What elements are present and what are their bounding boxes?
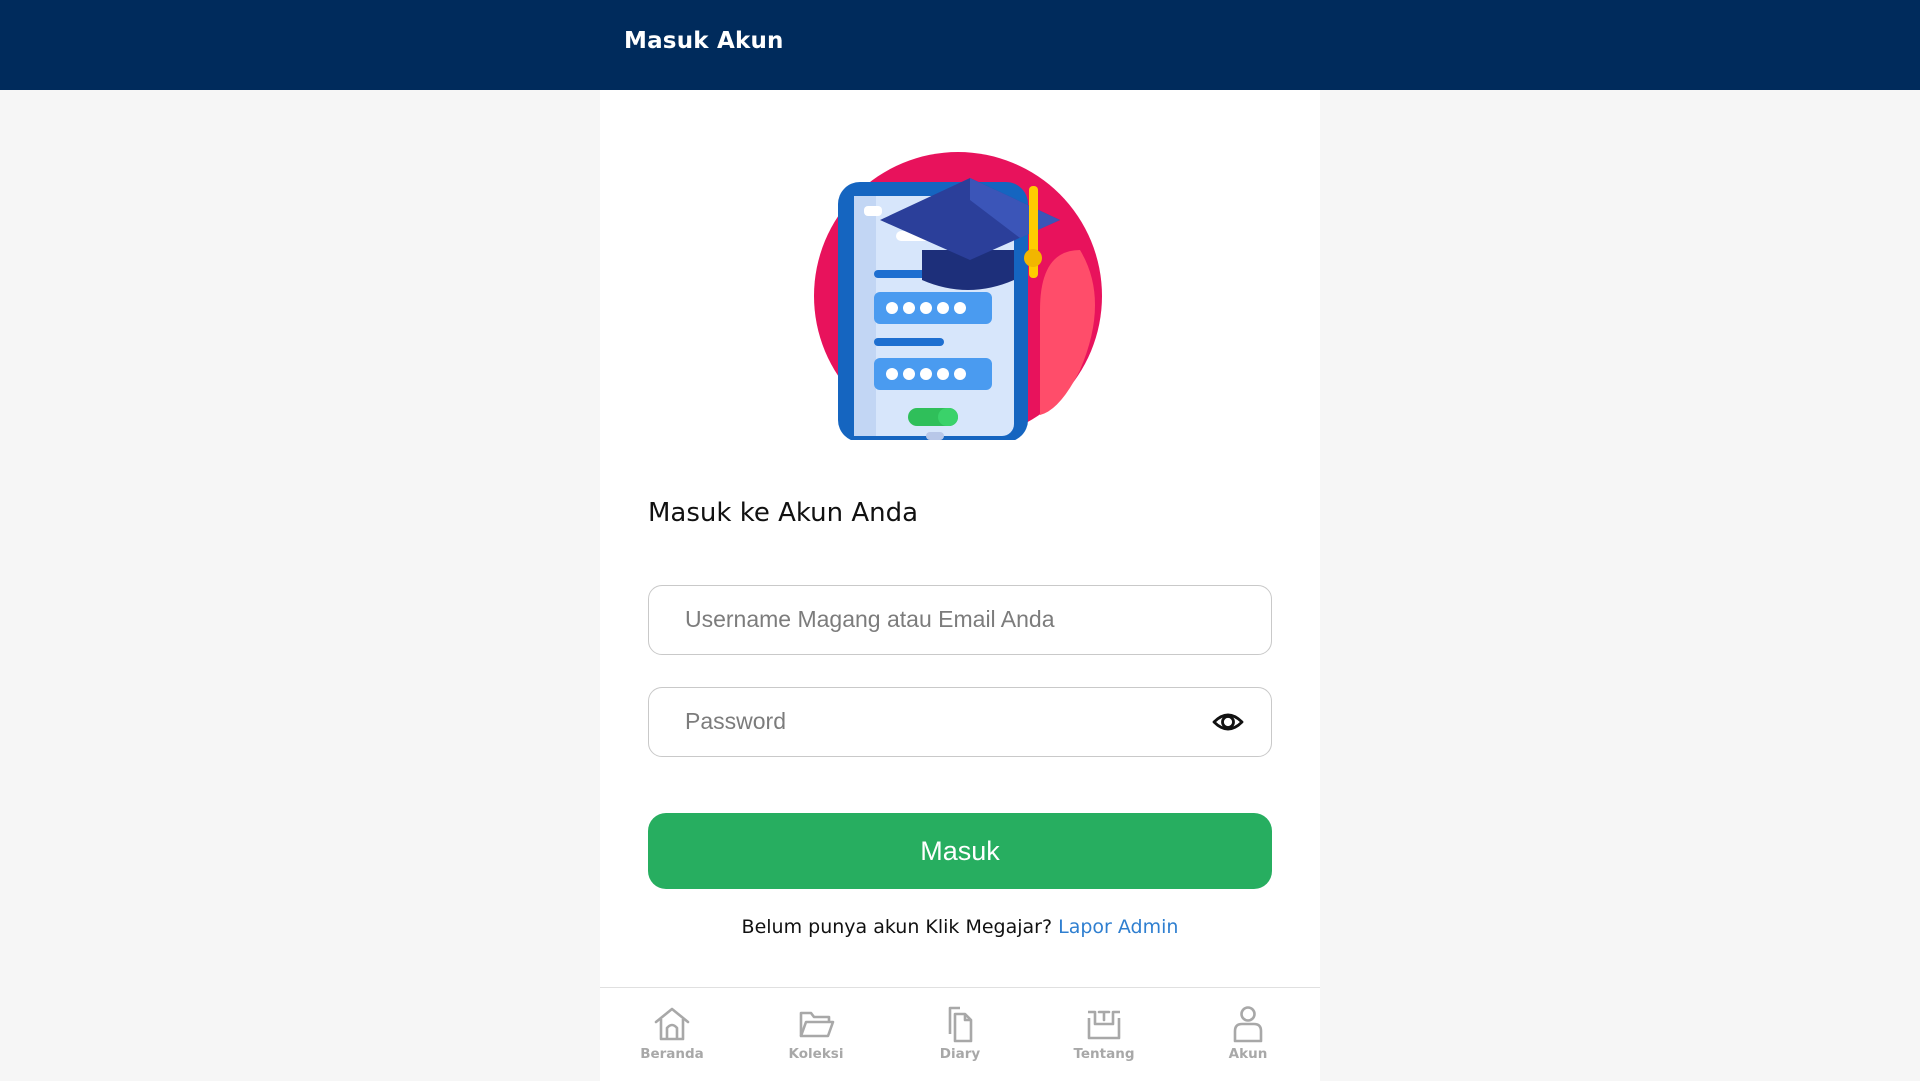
signup-prompt-text: Belum punya akun Klik Megajar?	[741, 916, 1053, 938]
signup-prompt: Belum punya akun Klik Megajar? Lapor Adm…	[600, 916, 1320, 938]
page-title: Masuk Akun	[624, 28, 784, 54]
top-bar: Masuk Akun	[0, 0, 1920, 90]
username-input[interactable]	[685, 586, 1205, 653]
report-admin-link[interactable]: Lapor Admin	[1058, 916, 1178, 938]
nav-label: Beranda	[640, 1046, 704, 1062]
nav-label: Diary	[939, 1046, 981, 1062]
nav-label: Koleksi	[788, 1046, 844, 1062]
info-box-icon	[1087, 1010, 1121, 1040]
nav-label: Akun	[1228, 1046, 1268, 1062]
bottom-navigation: Beranda Koleksi Diary Tentang Akun	[600, 987, 1320, 1081]
nav-item-tentang[interactable]: Tentang	[1032, 988, 1176, 1081]
login-button[interactable]: Masuk	[648, 813, 1272, 889]
user-icon	[1233, 1006, 1263, 1043]
home-icon	[654, 1007, 690, 1041]
nav-item-beranda[interactable]: Beranda	[600, 988, 744, 1081]
username-field[interactable]	[648, 585, 1272, 655]
folder-icon	[799, 1011, 835, 1038]
nav-item-akun[interactable]: Akun	[1176, 988, 1320, 1081]
password-input[interactable]	[685, 688, 1205, 755]
login-heading: Masuk ke Akun Anda	[648, 498, 919, 528]
nav-item-koleksi[interactable]: Koleksi	[744, 988, 888, 1081]
password-field[interactable]	[648, 687, 1272, 757]
nav-label: Tentang	[1073, 1046, 1135, 1062]
eye-icon[interactable]	[1211, 705, 1245, 739]
documents-icon	[948, 1006, 973, 1043]
login-panel: Masuk ke Akun Anda Masuk Belum punya aku…	[600, 90, 1320, 1081]
nav-item-diary[interactable]: Diary	[888, 988, 1032, 1081]
login-illustration	[814, 152, 1102, 440]
